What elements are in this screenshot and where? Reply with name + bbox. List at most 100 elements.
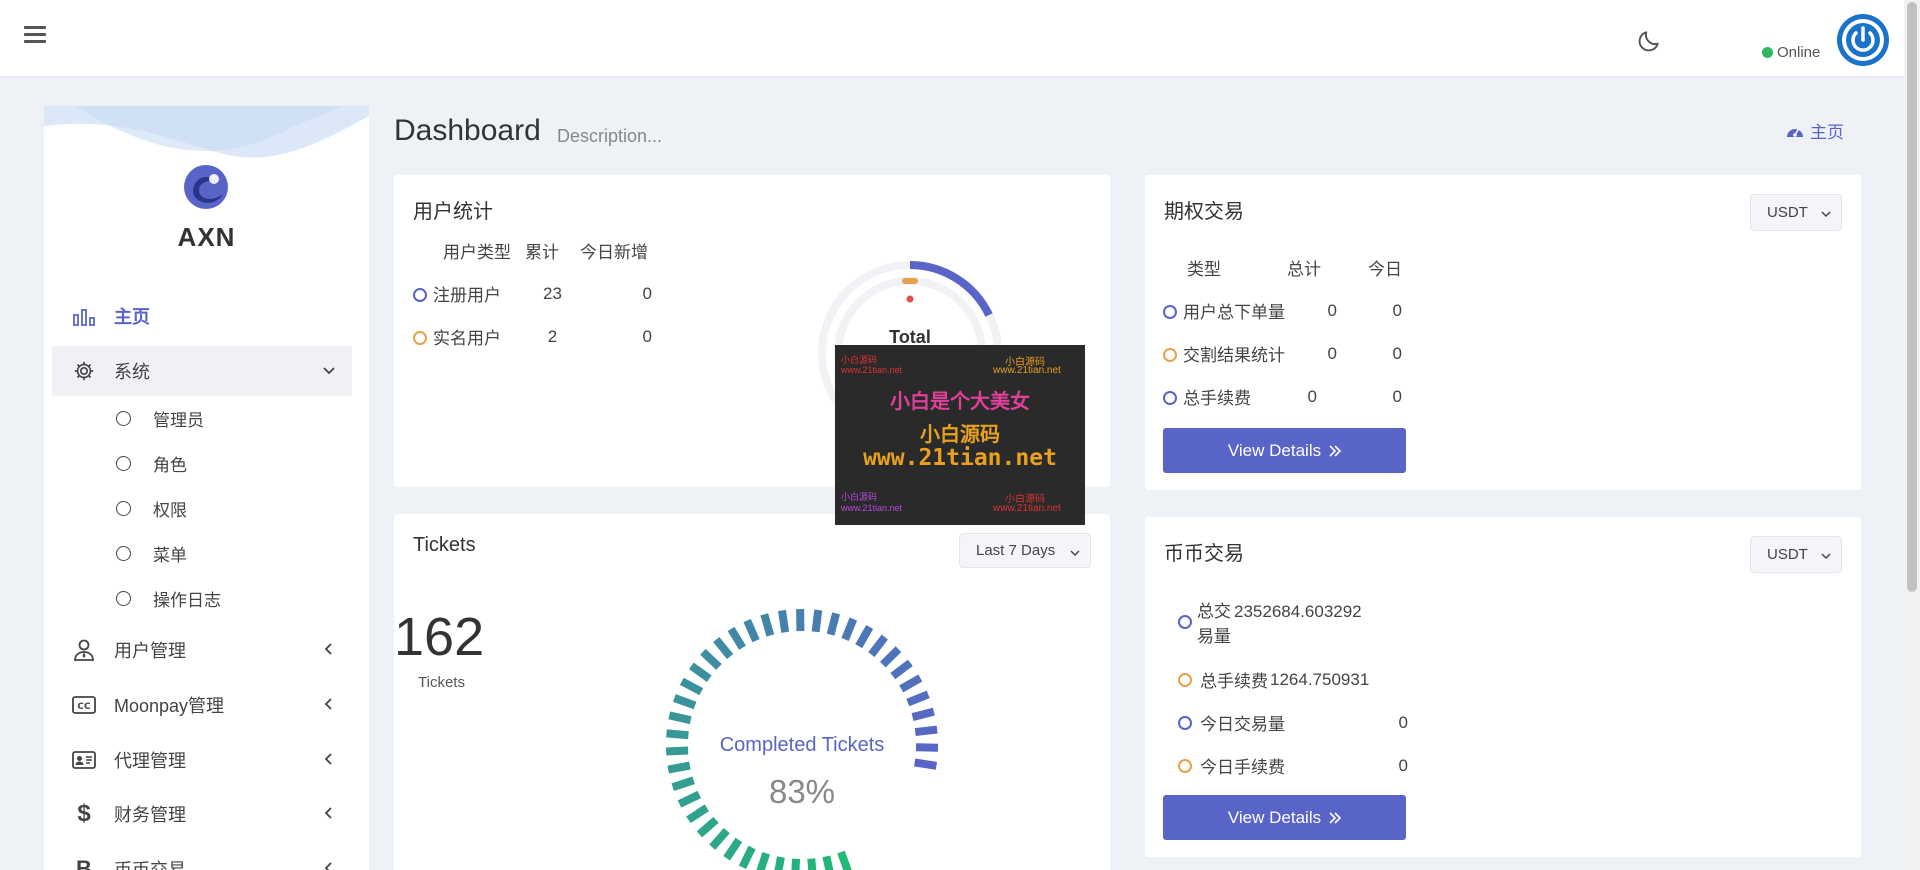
sidebar-subitem-roles[interactable]: 角色 [116, 443, 187, 483]
column-header: 今日 [1368, 260, 1402, 279]
table-row: 交割结果统计 0 0 [1163, 332, 1402, 375]
sidebar-item-label: 财务管理 [114, 805, 186, 825]
table-row: 总手续费 0 0 [1163, 375, 1402, 418]
list-item: 今日手续费 0 [1178, 753, 1408, 778]
gauge-tick [855, 625, 874, 649]
sidebar-item-coin-trading[interactable]: B 币币交易 [52, 844, 352, 870]
column-header: 累计 [525, 243, 559, 262]
date-range-select[interactable]: Last 7 Days [959, 533, 1091, 568]
avatar[interactable] [1837, 14, 1889, 66]
chevron-down-icon [323, 367, 335, 375]
chevron-left-icon [324, 753, 332, 765]
hamburger-icon[interactable] [24, 26, 46, 46]
gauge-tick [911, 707, 935, 721]
card-title: 期权交易 [1164, 201, 1244, 223]
column-header: 今日新增 [580, 243, 648, 262]
gauge-label: Completed Tickets [720, 734, 885, 756]
circle-icon [116, 545, 131, 561]
row-today: 0 [1392, 343, 1402, 363]
row-total: 2 [547, 326, 558, 346]
sidebar-item-home[interactable]: 主页 [52, 291, 352, 341]
status-text: Online [1777, 44, 1821, 61]
options-table: 类型 总计 今日 用户总下单量 0 0 交割结果统计 0 0 总手续费 0 0 [1163, 246, 1402, 418]
completed-tickets-gauge: Completed Tickets 83% [665, 608, 939, 870]
dollar-icon: $ [77, 800, 91, 827]
gauge-tick [880, 646, 902, 668]
currency-select[interactable]: USDT [1750, 536, 1842, 573]
gauge-tick [700, 648, 722, 670]
gauge-tick [727, 626, 746, 650]
id-card-icon [72, 748, 96, 772]
sidebar-subitem-permissions[interactable]: 权限 [116, 488, 187, 528]
bitcoin-icon: B [76, 856, 92, 870]
ring-marker [413, 331, 427, 345]
row-value: 0 [1398, 712, 1408, 732]
page-description: Description... [557, 126, 663, 146]
row-total: 0 [1327, 300, 1337, 320]
row-value: 0 [1398, 755, 1408, 775]
sidebar-subitem-logs[interactable]: 操作日志 [116, 578, 221, 618]
row-label: 总手续费 [1200, 672, 1268, 691]
row-label: 总交易量 [1197, 602, 1231, 646]
watermark-line3: www.21tian.net [863, 445, 1057, 471]
currency-select[interactable]: USDT [1750, 194, 1842, 231]
sidebar-item-finance[interactable]: $ 财务管理 [52, 789, 352, 839]
watermark-small-text: 小白源码 [841, 492, 878, 502]
sidebar-subitem-label: 管理员 [153, 410, 204, 430]
page-title: Dashboard [394, 114, 541, 147]
view-details-button[interactable]: View Details [1163, 428, 1406, 473]
breadcrumb[interactable]: 主页 [1786, 118, 1844, 143]
gauge-tick [738, 845, 756, 870]
coin-trading-card: 币币交易 USDT 总交易量 2352684.603292 总手续费 1264.… [1145, 517, 1861, 857]
page-scrollbar[interactable] [1904, 0, 1920, 870]
gauge-tick [826, 612, 840, 636]
sidebar-item-label: 主页 [114, 307, 150, 327]
chevron-down-icon [1821, 211, 1831, 218]
moon-icon[interactable] [1636, 28, 1662, 54]
row-today: 0 [1392, 386, 1402, 406]
gauge-tick [723, 837, 743, 861]
column-header: 用户类型 [443, 243, 511, 262]
view-details-button[interactable]: View Details [1163, 795, 1406, 840]
sidebar-item-system[interactable]: 系统 [52, 346, 352, 396]
watermark-overlay: 小白源码 www.21tian.net 小白源码 www.21tian.net … [835, 345, 1085, 525]
scrollbar-thumb[interactable] [1907, 2, 1917, 592]
gauge-tick [868, 634, 888, 658]
circle-icon [116, 590, 131, 606]
gauge-tick [696, 816, 719, 838]
gauge-tick [811, 609, 823, 633]
sidebar-item-agents[interactable]: 代理管理 [52, 735, 352, 785]
card-title: 用户统计 [413, 201, 493, 223]
bar-chart-icon [72, 304, 96, 328]
row-label: 总手续费 [1183, 389, 1251, 408]
sidebar-subitem-menu[interactable]: 菜单 [116, 533, 187, 573]
tachometer-icon [1787, 128, 1803, 137]
watermark-small-url: www.21tian.net [993, 365, 1061, 376]
gauge-tick [713, 636, 734, 660]
table-row: 实名用户 2 0 [413, 315, 656, 358]
row-value: 2352684.603292 [1234, 602, 1362, 621]
watermark-line1: 小白是个大美女 [890, 391, 1030, 413]
sidebar-item-users[interactable]: 用户管理 [52, 625, 352, 675]
gauge-tick [677, 790, 702, 808]
date-range-value: Last 7 Days [976, 542, 1056, 559]
chevron-down-icon [1821, 553, 1831, 560]
sidebar-item-label: 系统 [114, 362, 150, 382]
watermark-small-url: www.21tian.net [993, 503, 1061, 514]
row-today: 0 [642, 326, 652, 346]
gauge-tick [822, 855, 834, 870]
row-label: 今日手续费 [1200, 758, 1285, 777]
sidebar-item-moonpay[interactable]: CC Moonpay管理 [52, 680, 352, 730]
card-title: Tickets [413, 534, 476, 556]
gauge-tick [899, 674, 923, 693]
sidebar-subitem-admins[interactable]: 管理员 [116, 398, 204, 438]
power-icon [1842, 19, 1884, 61]
gauge-value: 83% [769, 773, 835, 810]
gauge-tick [671, 776, 695, 791]
sidebar-subitem-label: 操作日志 [153, 590, 221, 610]
double-chevron-right-icon [1329, 811, 1342, 824]
gear-icon [72, 359, 96, 383]
gauge-tick [666, 729, 689, 740]
gauge-tick [774, 856, 785, 870]
row-today: 0 [642, 283, 652, 303]
